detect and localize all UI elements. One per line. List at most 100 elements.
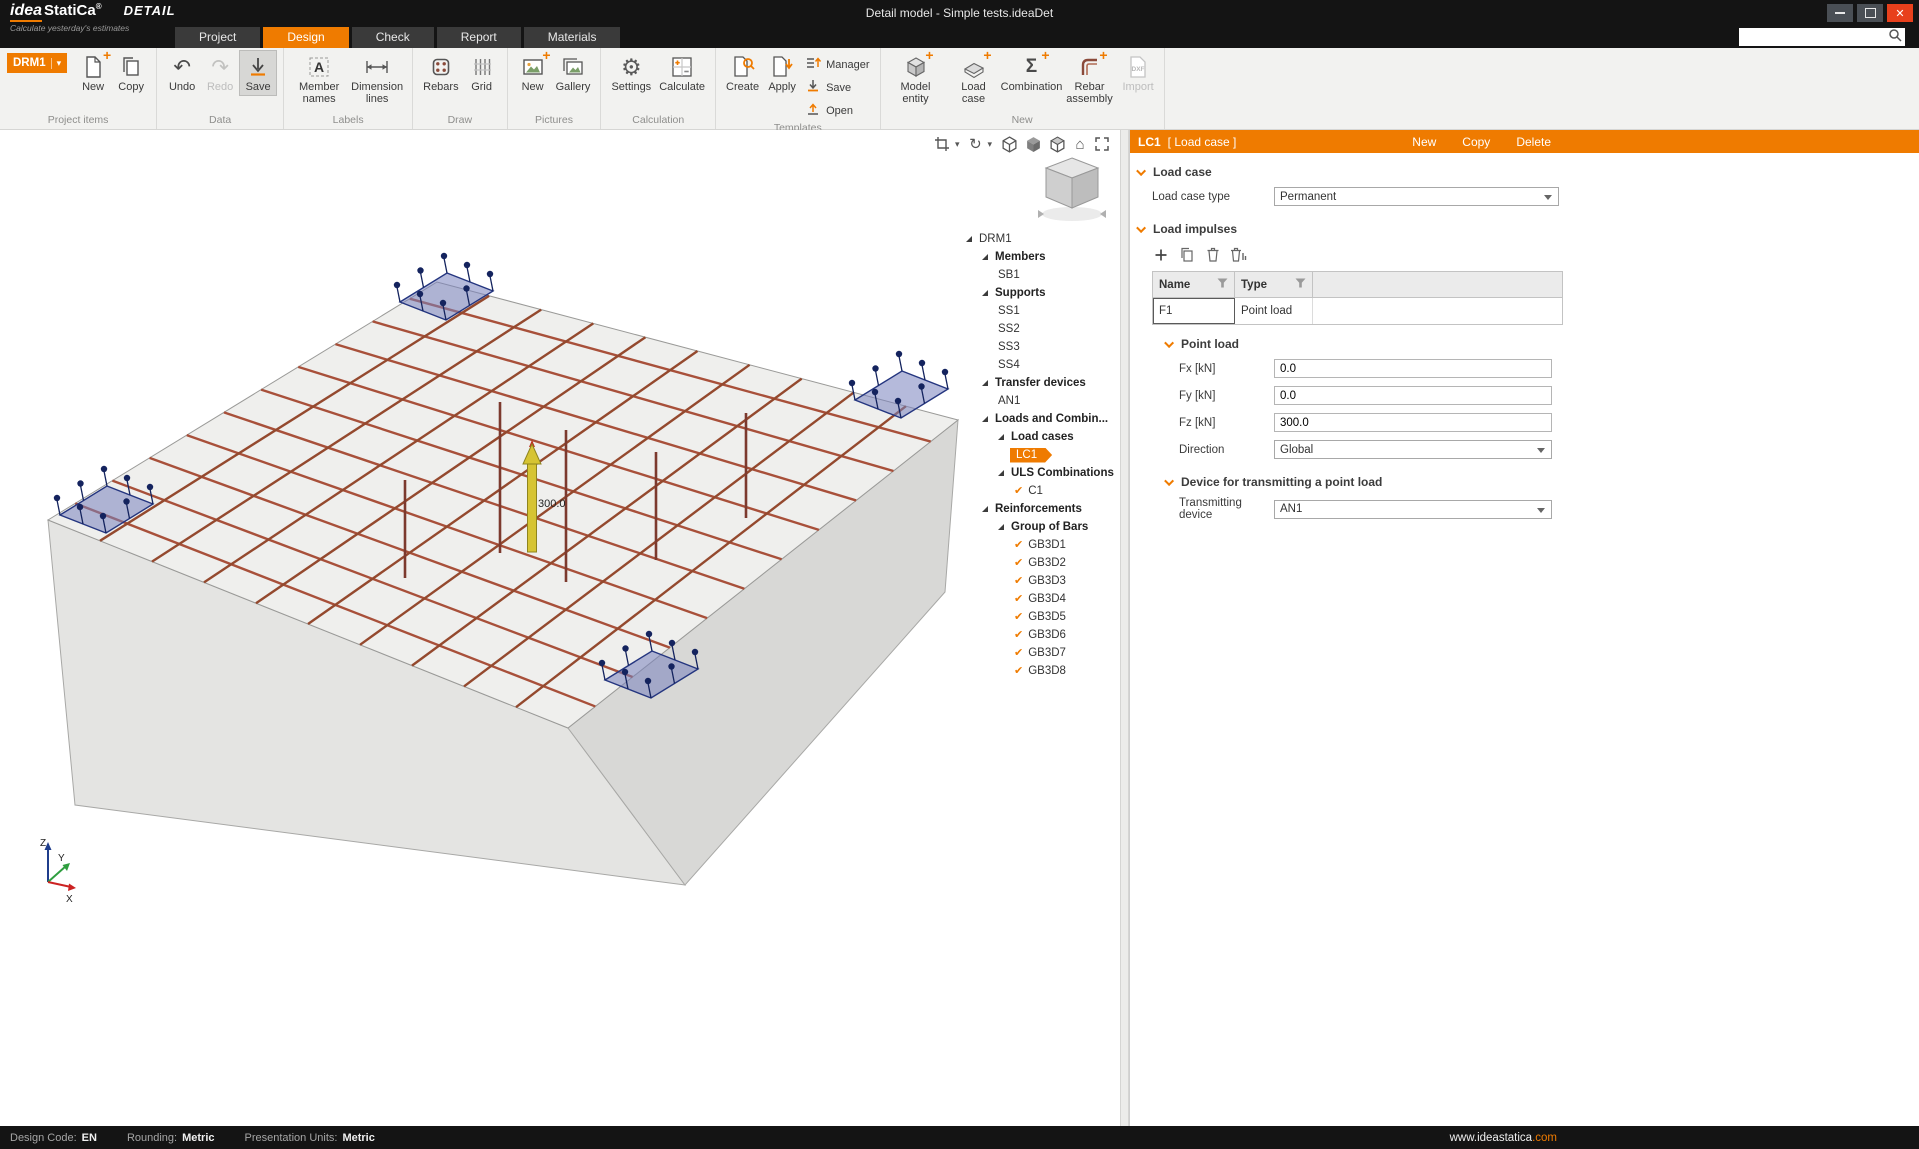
rebars-button[interactable]: Rebars — [420, 51, 461, 95]
calculate-button[interactable]: Calculate — [656, 51, 708, 95]
solid-cube-icon[interactable] — [1023, 134, 1044, 154]
tree-item-gb3d5[interactable]: ✔GB3D5 — [960, 608, 1116, 626]
tree-item-supports[interactable]: Supports — [960, 284, 1116, 302]
tree-item-lc1[interactable]: LC1 — [960, 446, 1116, 464]
fz-input[interactable] — [1274, 413, 1552, 432]
expander-icon[interactable] — [982, 380, 988, 386]
tree-item-gb3d1[interactable]: ✔GB3D1 — [960, 536, 1116, 554]
wireframe-cube-icon[interactable] — [999, 134, 1020, 154]
close-button[interactable] — [1887, 4, 1913, 22]
tree-item-uls-combinations[interactable]: ULS Combinations — [960, 464, 1116, 482]
delete-all-impulses-icon[interactable] — [1230, 246, 1247, 263]
panel-splitter[interactable] — [1120, 130, 1129, 1126]
tab-project[interactable]: Project — [175, 27, 260, 48]
section-load-impulses[interactable]: Load impulses — [1130, 222, 1919, 236]
chevron-down-icon[interactable]: ▾ — [955, 139, 960, 150]
delete-impulse-icon[interactable] — [1204, 246, 1221, 263]
expander-icon[interactable] — [982, 290, 988, 296]
tree-item-gb3d7[interactable]: ✔GB3D7 — [960, 644, 1116, 662]
project-item-selector[interactable]: DRM1 ▾ — [7, 53, 67, 73]
fy-input[interactable] — [1274, 386, 1552, 405]
tree-item-gb3d8[interactable]: ✔GB3D8 — [960, 662, 1116, 680]
expander-icon[interactable] — [998, 524, 1004, 530]
fx-input[interactable] — [1274, 359, 1552, 378]
tree-item-group-of-bars[interactable]: Group of Bars — [960, 518, 1116, 536]
home-view-icon[interactable]: ⌂ — [1071, 134, 1089, 154]
section-point-load[interactable]: Point load — [1130, 337, 1919, 351]
filter-icon[interactable] — [1295, 278, 1306, 291]
gallery-button[interactable]: Gallery — [553, 51, 594, 95]
apply-template-button[interactable]: Apply — [764, 51, 800, 95]
tree-item-ss1[interactable]: SS1 — [960, 302, 1116, 320]
table-row[interactable]: F1Point load — [1153, 298, 1562, 324]
new-load-case-button[interactable]: Load case — [946, 51, 1002, 107]
new-combination-button[interactable]: Σ Combination — [1004, 51, 1060, 95]
tree-item-transfer-devices[interactable]: Transfer devices — [960, 374, 1116, 392]
orbit-view-icon[interactable]: ↻ — [966, 134, 984, 154]
expander-icon[interactable] — [982, 254, 988, 260]
tree-item-ss4[interactable]: SS4 — [960, 356, 1116, 374]
template-manager-button[interactable]: Manager — [802, 54, 872, 75]
tree-item-sb1[interactable]: SB1 — [960, 266, 1116, 284]
section-transmitting-device[interactable]: Device for transmitting a point load — [1130, 475, 1919, 489]
search-icon[interactable] — [1888, 28, 1902, 47]
dxf-import-button[interactable]: DXF Import — [1120, 51, 1157, 95]
minimize-button[interactable] — [1827, 4, 1853, 22]
column-header-type[interactable]: Type — [1235, 272, 1313, 298]
undo-button[interactable]: ↶ Undo — [164, 51, 200, 95]
checkbox-checked-icon[interactable]: ✔ — [1014, 576, 1023, 587]
copy-impulse-icon[interactable] — [1178, 246, 1195, 263]
tab-design[interactable]: Design — [263, 27, 348, 48]
checkbox-checked-icon[interactable]: ✔ — [1014, 540, 1023, 551]
tree-item-ss3[interactable]: SS3 — [960, 338, 1116, 356]
checkbox-checked-icon[interactable]: ✔ — [1014, 558, 1023, 569]
add-impulse-icon[interactable] — [1152, 246, 1169, 263]
load-case-type-select[interactable]: Permanent — [1274, 187, 1559, 206]
new-load-case-action[interactable]: New — [1412, 135, 1436, 149]
member-names-button[interactable]: A Member names — [291, 51, 347, 107]
tree-item-gb3d2[interactable]: ✔GB3D2 — [960, 554, 1116, 572]
tree-item-gb3d3[interactable]: ✔GB3D3 — [960, 572, 1116, 590]
website-link[interactable]: www.ideastatica.com — [1450, 1132, 1909, 1144]
chevron-down-icon[interactable]: ▾ — [987, 139, 992, 150]
template-open-button[interactable]: Open — [802, 100, 872, 121]
checkbox-checked-icon[interactable]: ✔ — [1014, 666, 1023, 677]
tree-item-an1[interactable]: AN1 — [960, 392, 1116, 410]
checkbox-checked-icon[interactable]: ✔ — [1014, 486, 1023, 497]
impulse-type-cell[interactable]: Point load — [1235, 298, 1313, 324]
dimension-lines-button[interactable]: Dimension lines — [349, 51, 405, 107]
filter-icon[interactable] — [1217, 278, 1228, 291]
search-input[interactable] — [1745, 31, 1888, 43]
tab-report[interactable]: Report — [437, 27, 521, 48]
delete-load-case-action[interactable]: Delete — [1516, 135, 1551, 149]
shaded-cube-icon[interactable] — [1047, 134, 1068, 154]
tree-item-drm1[interactable]: DRM1 — [960, 230, 1116, 248]
transmitting-device-select[interactable]: AN1 — [1274, 500, 1552, 519]
fit-view-icon[interactable] — [1092, 134, 1112, 154]
expander-icon[interactable] — [966, 236, 972, 242]
expander-icon[interactable] — [998, 434, 1004, 440]
new-picture-button[interactable]: New — [515, 51, 551, 95]
navigation-cube[interactable] — [1038, 158, 1106, 221]
section-crop-icon[interactable] — [932, 134, 952, 154]
template-save-button[interactable]: Save — [802, 77, 872, 98]
tree-item-loads-and-combin-[interactable]: Loads and Combin... — [960, 410, 1116, 428]
create-template-button[interactable]: Create — [723, 51, 762, 95]
new-model-entity-button[interactable]: Model entity — [888, 51, 944, 107]
checkbox-checked-icon[interactable]: ✔ — [1014, 594, 1023, 605]
checkbox-checked-icon[interactable]: ✔ — [1014, 648, 1023, 659]
copy-load-case-action[interactable]: Copy — [1462, 135, 1490, 149]
tree-item-gb3d6[interactable]: ✔GB3D6 — [960, 626, 1116, 644]
redo-button[interactable]: ↷ Redo — [202, 51, 238, 95]
grid-button[interactable]: Grid — [464, 51, 500, 95]
tree-item-load-cases[interactable]: Load cases — [960, 428, 1116, 446]
direction-select[interactable]: Global — [1274, 440, 1552, 459]
viewport-3d-scene[interactable]: 300.0 — [0, 130, 1120, 1126]
checkbox-checked-icon[interactable]: ✔ — [1014, 630, 1023, 641]
tree-item-c1[interactable]: ✔C1 — [960, 482, 1116, 500]
impulse-name-cell[interactable]: F1 — [1153, 298, 1235, 324]
tab-check[interactable]: Check — [352, 27, 434, 48]
viewport-3d[interactable]: 300.0 — [0, 130, 1120, 1126]
tree-item-ss2[interactable]: SS2 — [960, 320, 1116, 338]
copy-project-item-button[interactable]: Copy — [113, 51, 149, 95]
